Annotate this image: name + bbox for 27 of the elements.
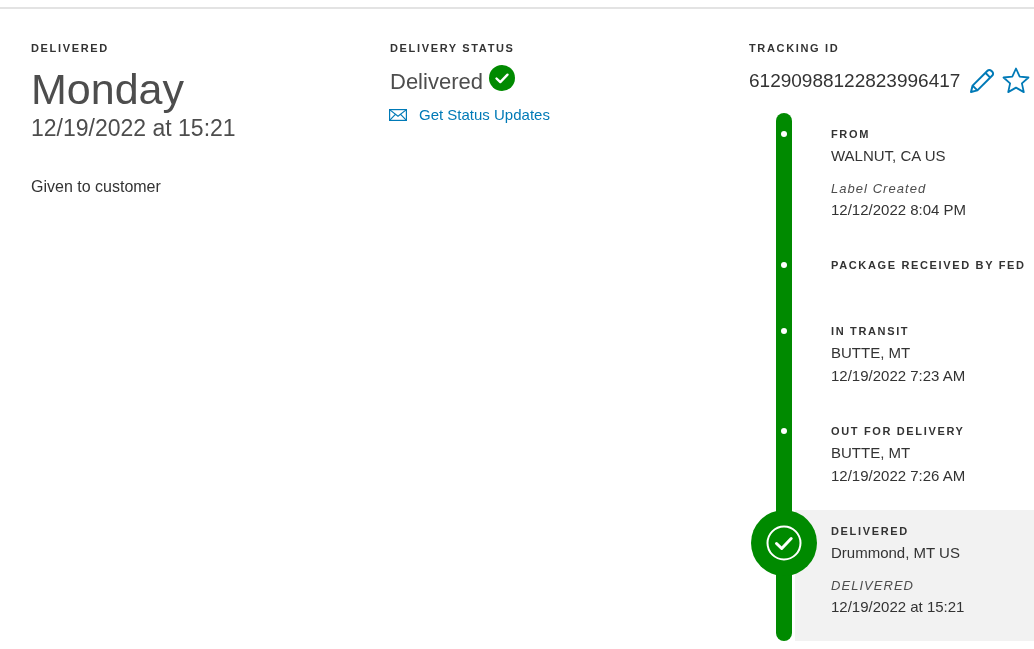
section-label: DELIVERED — [31, 41, 110, 56]
status-text: Delivered — [390, 67, 483, 96]
star-icon[interactable] — [1002, 67, 1031, 95]
pencil-icon[interactable] — [968, 67, 997, 95]
event-note: Label Created — [831, 180, 928, 198]
event-time: 12/19/2022 at 15:21 — [831, 597, 966, 617]
section-label: TRACKING ID — [749, 41, 841, 56]
event-location: BUTTE, MT — [831, 443, 912, 463]
delivery-date: 12/19/2022 at 15:21 — [31, 114, 237, 142]
event-time: 12/19/2022 7:23 AM — [831, 366, 967, 386]
tracking-number: 61290988122823996417 — [749, 69, 961, 93]
delivery-detail: Given to customer — [31, 177, 162, 197]
event-location: WALNUT, CA US — [831, 146, 947, 166]
event-title: PACKAGE RECEIVED BY FED — [831, 258, 1027, 273]
event-time: 12/19/2022 7:26 AM — [831, 466, 967, 486]
event-time: 12/12/2022 8:04 PM — [831, 200, 968, 220]
delivery-day: Monday — [31, 65, 390, 113]
event-title: OUT FOR DELIVERY — [831, 424, 966, 439]
status-updates-link[interactable]: Get Status Updates — [389, 104, 550, 126]
event-location: BUTTE, MT — [831, 343, 912, 363]
section-label: DELIVERY STATUS — [390, 41, 516, 56]
event-note: DELIVERED — [831, 577, 916, 595]
event-title: IN TRANSIT — [831, 324, 911, 339]
event-title: DELIVERED — [831, 524, 910, 539]
envelope-icon — [389, 109, 407, 121]
event-title: FROM — [831, 127, 871, 142]
event-location: Drummond, MT US — [831, 543, 961, 563]
